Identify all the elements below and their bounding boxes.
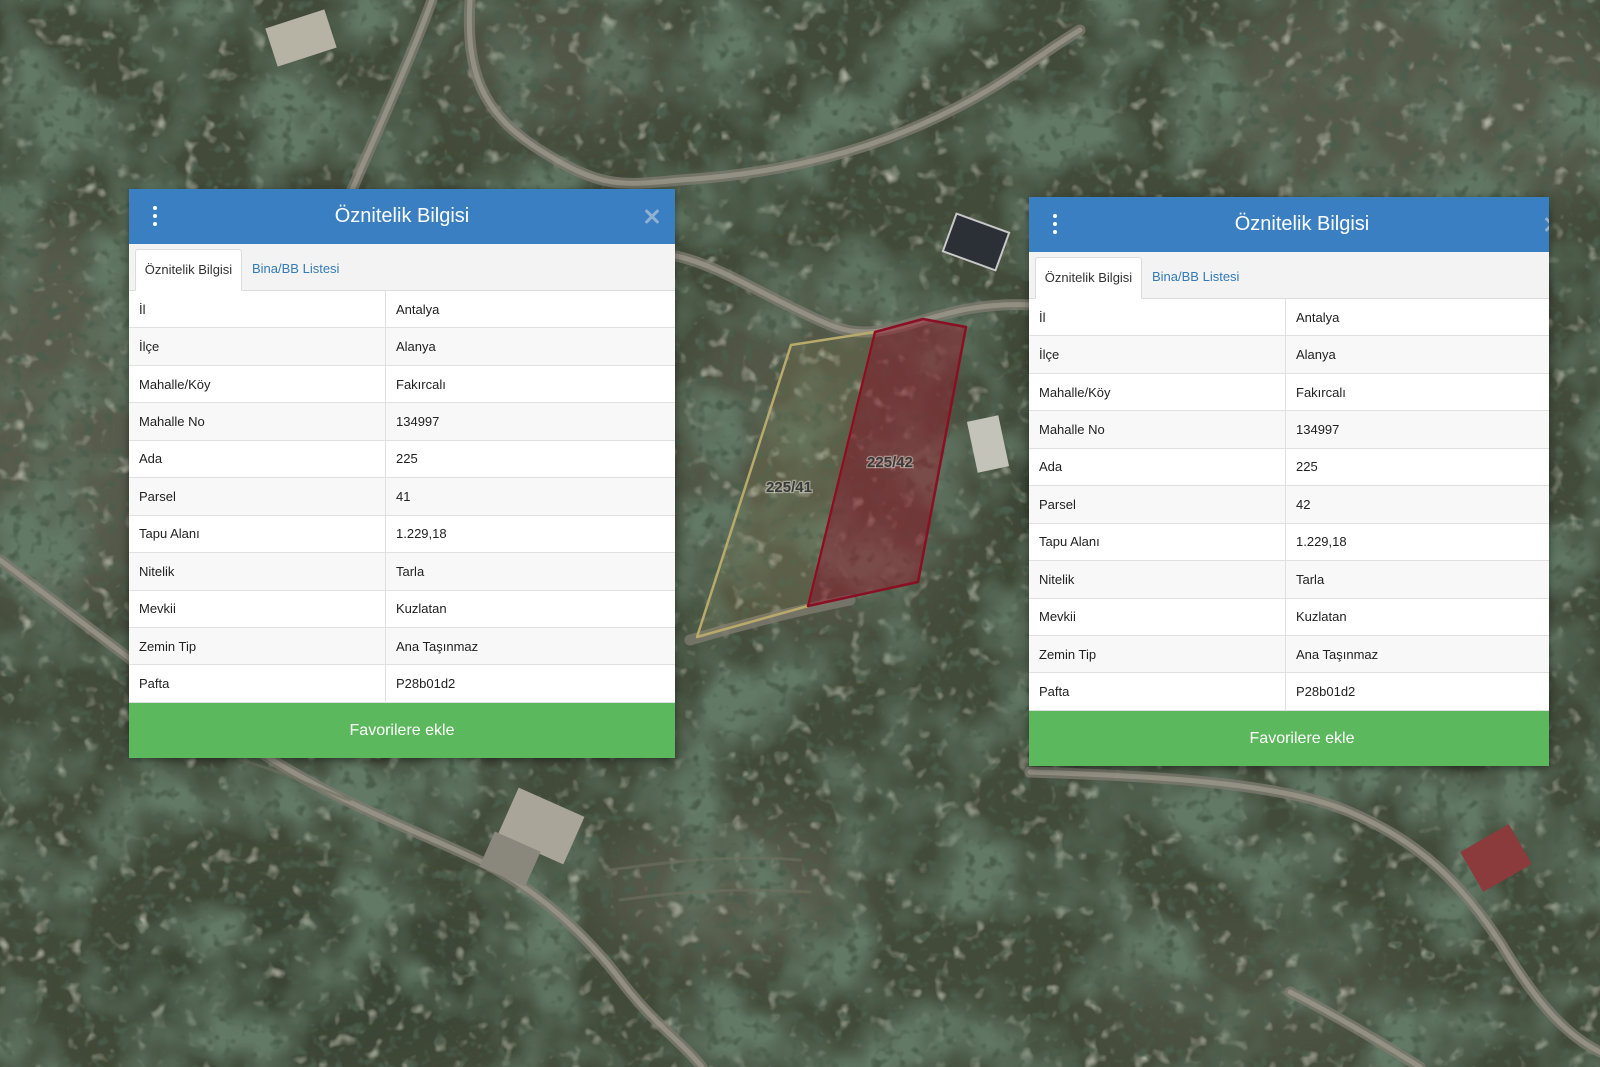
attribute-table: İl Antalya İlçe Alanya Mahalle/Köy Fakırcal…	[129, 291, 675, 703]
table-row: Tapu Alanı 1.229,18	[129, 515, 675, 554]
attribute-value: 41	[396, 488, 411, 504]
add-to-favorites-button[interactable]: Favorilere ekle	[129, 703, 675, 758]
panel-title: Öznitelik Bilgisi	[334, 205, 470, 227]
table-row: Mahalle No 134997	[1029, 411, 1549, 449]
attribute-value: 134997	[396, 414, 440, 430]
attribute-panel: Öznitelik Bilgisi Öznitelik Bilgisi Bina…	[129, 189, 675, 758]
attribute-value: 134997	[1296, 422, 1340, 438]
attribute-panel-parcel-41: Öznitelik Bilgisi Öznitelik Bilgisi Bina…	[129, 189, 675, 758]
attribute-panel-parcel-42: Öznitelik Bilgisi Öznitelik Bilgisi Bina…	[1029, 197, 1549, 766]
table-row: Mahalle/Köy Fakırcalı	[1029, 373, 1549, 412]
table-row: Nitelik Tarla	[129, 553, 675, 591]
attribute-label: Zemin Tip	[1029, 635, 1286, 673]
attribute-label: Nitelik	[1029, 561, 1286, 598]
attribute-label: Mevkii	[1029, 598, 1286, 635]
panel-header: Öznitelik Bilgisi	[1029, 197, 1549, 252]
attribute-value: Antalya	[1296, 309, 1340, 325]
table-row: İlçe Alanya	[1029, 336, 1549, 374]
parcel-label-225-42: 225/42	[867, 454, 913, 471]
attribute-label: Mahalle No	[1029, 411, 1286, 448]
attribute-label: Tapu Alanı	[1029, 523, 1286, 561]
attribute-value: 225	[396, 451, 418, 467]
table-row: Zemin Tip Ana Taşınmaz	[1029, 635, 1549, 674]
parcel-label-225-41: 225/41	[766, 479, 812, 496]
table-row: Ada 225	[1029, 448, 1549, 487]
attribute-value: P28b01d2	[1296, 684, 1356, 700]
table-row: Ada 225	[129, 440, 675, 479]
attribute-label: Pafta	[129, 665, 386, 702]
close-icon[interactable]	[644, 208, 660, 224]
tab-building-list[interactable]: Bina/BB Listesi	[1152, 257, 1239, 299]
table-row: Zemin Tip Ana Taşınmaz	[129, 627, 675, 666]
table-row: Pafta P28b01d2	[1029, 673, 1549, 711]
attribute-value: 42	[1296, 496, 1311, 512]
attribute-label: Mevkii	[129, 590, 386, 627]
attribute-label: Zemin Tip	[129, 627, 386, 665]
attribute-table: İl Antalya İlçe Alanya Mahalle/Köy Fakırcal…	[1029, 299, 1549, 711]
tab-attribute-info[interactable]: Öznitelik Bilgisi	[135, 249, 242, 291]
tab-attribute-info[interactable]: Öznitelik Bilgisi	[1035, 257, 1142, 299]
attribute-value: Tarla	[396, 563, 425, 579]
table-row: Mahalle/Köy Fakırcalı	[129, 365, 675, 404]
attribute-value: Fakırcalı	[396, 376, 446, 392]
attribute-label: Ada	[129, 440, 386, 478]
panel-tabs: Öznitelik Bilgisi Bina/BB Listesi	[129, 244, 675, 291]
table-row: Nitelik Tarla	[1029, 561, 1549, 599]
attribute-label: İlçe	[1029, 336, 1286, 373]
attribute-label: İl	[1029, 299, 1286, 336]
attribute-label: Parsel	[1029, 486, 1286, 523]
attribute-label: Pafta	[1029, 673, 1286, 710]
panel-title: Öznitelik Bilgisi	[1234, 213, 1370, 235]
attribute-value: Antalya	[396, 301, 440, 317]
add-to-favorites-button[interactable]: Favorilere ekle	[1029, 711, 1549, 766]
attribute-label: İlçe	[129, 328, 386, 365]
attribute-label: Parsel	[129, 478, 386, 515]
table-row: Tapu Alanı 1.229,18	[1029, 523, 1549, 562]
attribute-label: Tapu Alanı	[129, 515, 386, 553]
table-row: Parsel 42	[1029, 486, 1549, 524]
attribute-label: Mahalle/Köy	[129, 365, 386, 403]
table-row: İlçe Alanya	[129, 328, 675, 366]
attribute-value: Kuzlatan	[1296, 609, 1347, 625]
attribute-value: Alanya	[396, 339, 436, 355]
panel-header: Öznitelik Bilgisi	[129, 189, 675, 244]
attribute-label: Mahalle No	[129, 403, 386, 440]
attribute-value: Ana Taşınmaz	[396, 638, 479, 654]
attribute-value: 225	[1296, 459, 1318, 475]
attribute-label: Mahalle/Köy	[1029, 373, 1286, 411]
attribute-value: Ana Taşınmaz	[1296, 646, 1379, 662]
attribute-value: Kuzlatan	[396, 601, 447, 617]
close-icon[interactable]	[1544, 216, 1549, 232]
table-row: Parsel 41	[129, 478, 675, 516]
attribute-value: 1.229,18	[396, 526, 447, 542]
attribute-panel: Öznitelik Bilgisi Öznitelik Bilgisi Bina…	[1029, 197, 1549, 766]
table-row: Mevkii Kuzlatan	[1029, 598, 1549, 636]
attribute-value: P28b01d2	[396, 676, 456, 692]
table-row: Pafta P28b01d2	[129, 665, 675, 703]
table-row: Mevkii Kuzlatan	[129, 590, 675, 628]
table-row: İl Antalya	[129, 291, 675, 329]
attribute-value: Tarla	[1296, 571, 1325, 587]
table-row: İl Antalya	[1029, 299, 1549, 337]
attribute-value: 1.229,18	[1296, 534, 1347, 550]
attribute-label: Nitelik	[129, 553, 386, 590]
attribute-value: Fakırcalı	[1296, 384, 1346, 400]
tab-building-list[interactable]: Bina/BB Listesi	[252, 249, 339, 291]
attribute-label: İl	[129, 291, 386, 328]
table-row: Mahalle No 134997	[129, 403, 675, 441]
attribute-value: Alanya	[1296, 347, 1336, 363]
panel-tabs: Öznitelik Bilgisi Bina/BB Listesi	[1029, 252, 1549, 299]
attribute-label: Ada	[1029, 448, 1286, 486]
